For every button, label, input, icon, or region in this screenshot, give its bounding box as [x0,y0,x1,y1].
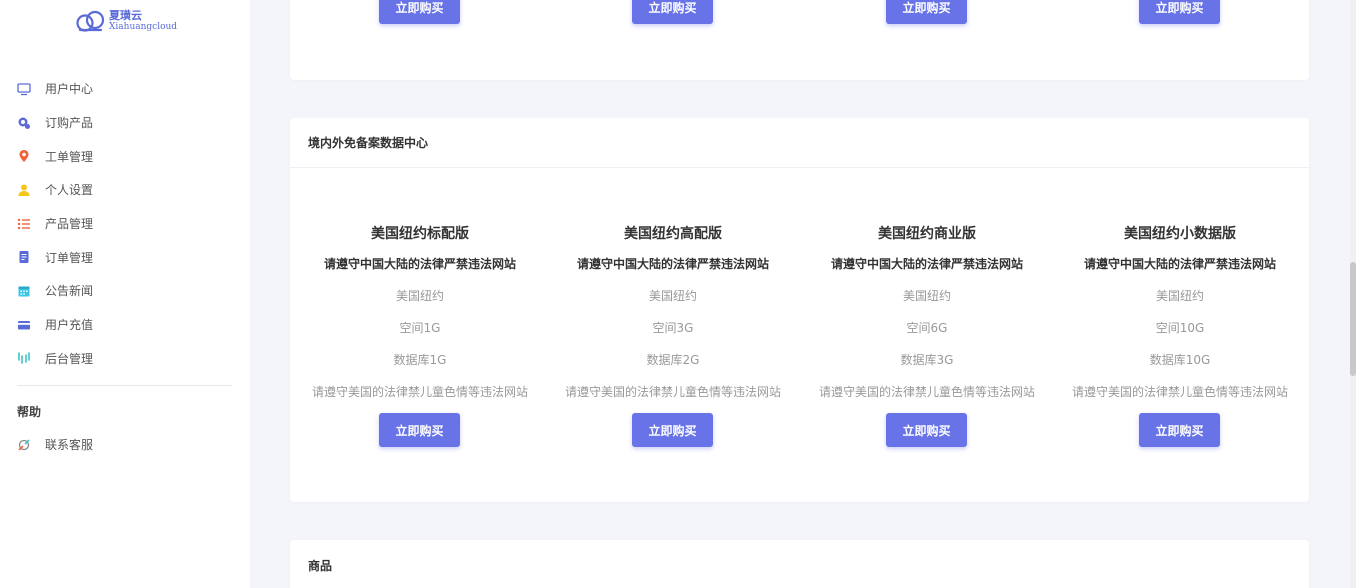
product-feature: 空间10G [1155,321,1205,335]
sidebar: 夏璜云 Xiahuangcloud 用户中心 订购产品 工单管理 个人设置 产品… [0,0,250,588]
sidebar-item-announcements[interactable]: 公告新闻 [0,274,250,308]
product-notice: 请遵守中国大陆的法律严禁违法网站 [1083,257,1276,271]
sidebar-item-recharge[interactable]: 用户充值 [0,308,250,342]
sidebar-item-order-products[interactable]: 订购产品 [0,106,250,140]
sidebar-item-admin[interactable]: 后台管理 [0,342,250,376]
product-feature: 美国纽约 [395,289,444,303]
product-feature: 空间1G [399,321,441,335]
product-feature: 空间3G [652,321,694,335]
product-feature: 数据库1G [393,353,447,367]
monitor-icon [17,82,31,96]
sidebar-item-label: 工单管理 [45,149,94,164]
product-feature: 数据库3G [900,353,954,367]
sidebar-item-label: 用户中心 [45,82,94,97]
support-icon [17,438,31,452]
card-title: 境内外免备案数据中心 [290,118,1309,168]
datacenter-card: 境内外免备案数据中心 美国纽约标配版 请遵守中国大陆的法律严禁违法网站 美国纽约… [290,118,1309,502]
sidebar-item-personal-settings[interactable]: 个人设置 [0,173,250,207]
product-feature: 空间6G [906,321,948,335]
sidebar-item-label: 产品管理 [45,217,94,232]
buy-now-button[interactable]: 立即购买 [632,0,713,24]
document-icon [17,250,31,264]
buy-now-button[interactable]: 立即购买 [1139,0,1220,24]
product-feature: 美国纽约 [902,289,951,303]
buy-now-button[interactable]: 立即购买 [1139,413,1220,447]
product-feature: 美国纽约 [648,289,697,303]
cloud-logo-icon [76,10,105,32]
product-feature: 请遵守美国的法律禁儿童色情等违法网站 [1071,385,1288,399]
product-feature: 数据库10G [1149,353,1211,367]
sidebar-item-label: 个人设置 [45,183,94,198]
sidebar-nav: 用户中心 订购产品 工单管理 个人设置 产品管理 订单管理 公告新闻 用户充值 … [0,72,250,375]
product-feature: 请遵守美国的法律禁儿童色情等违法网站 [311,385,528,399]
sidebar-item-label: 联系客服 [45,438,94,453]
sidebar-item-user-center[interactable]: 用户中心 [0,72,250,106]
sidebar-item-contact-support[interactable]: 联系客服 [0,428,250,462]
calendar-icon [17,284,31,298]
product-card-top: 立即购买 立即购买 立即购买 立即购买 [290,0,1309,80]
sidebar-item-label: 公告新闻 [45,284,94,299]
product-name: 美国纽约商业版 [878,226,976,242]
buy-now-button[interactable]: 立即购买 [379,0,460,24]
location-pin-icon [17,149,31,163]
help-nav: 联系客服 [0,428,250,462]
chart-icon [17,351,31,365]
user-icon [17,183,31,197]
product-feature: 请遵守美国的法律禁儿童色情等违法网站 [564,385,781,399]
buy-now-button[interactable]: 立即购买 [632,413,713,447]
product-notice: 请遵守中国大陆的法律严禁违法网站 [323,257,516,271]
sidebar-divider [17,385,232,386]
buy-now-button[interactable]: 立即购买 [379,413,460,447]
scrollbar-thumb[interactable] [1350,262,1356,376]
sidebar-item-label: 用户充值 [45,318,94,333]
buy-now-button[interactable]: 立即购买 [886,0,967,24]
product-name: 美国纽约小数据版 [1124,226,1236,242]
logo-cn-text: 夏璜云 [109,9,142,22]
product-name: 美国纽约标配版 [371,226,469,242]
product-feature: 美国纽约 [1155,289,1204,303]
list-icon [17,217,31,231]
sidebar-item-ticket-management[interactable]: 工单管理 [0,139,250,173]
card-title: 商品 [308,558,333,573]
logo[interactable]: 夏璜云 Xiahuangcloud [74,4,184,38]
product-notice: 请遵守中国大陆的法律严禁违法网站 [576,257,769,271]
buy-now-button[interactable]: 立即购买 [886,413,967,447]
sidebar-item-label: 订单管理 [45,250,94,265]
logo-en-text: Xiahuangcloud [109,22,178,32]
sidebar-item-label: 后台管理 [45,351,94,366]
product-feature: 数据库2G [646,353,700,367]
credit-card-icon [17,318,31,332]
sidebar-item-order-management[interactable]: 订单管理 [0,240,250,274]
sidebar-item-product-management[interactable]: 产品管理 [0,207,250,241]
help-section-title: 帮助 [17,405,42,419]
product-name: 美国纽约高配版 [624,226,722,242]
goods-card: 商品 [290,540,1309,588]
product-notice: 请遵守中国大陆的法律严禁违法网站 [830,257,1023,271]
product-feature: 请遵守美国的法律禁儿童色情等违法网站 [818,385,1035,399]
shopping-icon [17,116,31,130]
sidebar-item-label: 订购产品 [45,116,94,131]
